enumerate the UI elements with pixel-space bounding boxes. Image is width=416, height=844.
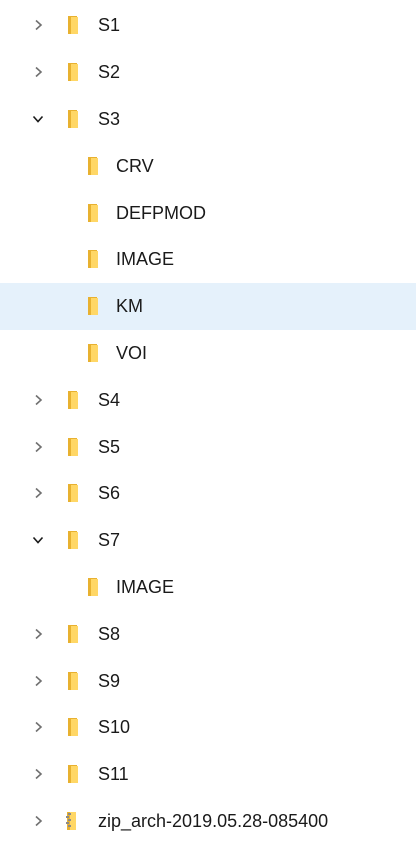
- tree-item-defpmod[interactable]: DEFPMOD: [0, 189, 416, 236]
- folder-icon: [62, 482, 84, 504]
- tree-item-label: VOI: [116, 342, 148, 363]
- tree-item-s11[interactable]: S11: [0, 751, 416, 798]
- tree-item-s8[interactable]: S8: [0, 610, 416, 657]
- tree-item-s6[interactable]: S6: [0, 470, 416, 517]
- tree-item-label: S5: [98, 436, 121, 457]
- tree-item-s2[interactable]: S2: [0, 49, 416, 96]
- chevron-right-icon[interactable]: [30, 719, 46, 735]
- chevron-right-icon[interactable]: [30, 626, 46, 642]
- folder-icon: [62, 763, 84, 785]
- tree-item-s3[interactable]: S3: [0, 96, 416, 143]
- chevron-right-icon[interactable]: [30, 813, 46, 829]
- folder-icon: [62, 436, 84, 458]
- tree-item-label: S9: [98, 670, 121, 691]
- tree-item-label: IMAGE: [116, 249, 175, 270]
- tree-item-voi[interactable]: VOI: [0, 330, 416, 377]
- tree-item-crv[interactable]: CRV: [0, 142, 416, 189]
- chevron-right-icon[interactable]: [30, 673, 46, 689]
- tree-item-s9[interactable]: S9: [0, 657, 416, 704]
- folder-icon: [62, 108, 84, 130]
- chevron-right-icon[interactable]: [30, 439, 46, 455]
- tree-item-label: DEFPMOD: [116, 202, 206, 223]
- tree-item-s7[interactable]: S7: [0, 517, 416, 564]
- tree-item-s5[interactable]: S5: [0, 423, 416, 470]
- tree-item-km[interactable]: KM: [0, 282, 416, 330]
- folder-icon: [82, 576, 104, 598]
- tree-item-label: KM: [116, 296, 143, 317]
- tree-item-label: S7: [98, 530, 121, 551]
- folder-icon: [62, 716, 84, 738]
- tree-item-label: S2: [98, 62, 121, 83]
- chevron-right-icon[interactable]: [30, 64, 46, 80]
- tree-item-label: CRV: [116, 155, 154, 176]
- tree-item-label: S10: [98, 717, 131, 738]
- tree-item-label: S3: [98, 108, 121, 129]
- tree-item-s10[interactable]: S10: [0, 704, 416, 751]
- tree-item-zip-arch-2019-05-28-085400[interactable]: zip_arch-2019.05.28-085400: [0, 798, 416, 844]
- folder-icon: [82, 202, 104, 224]
- folder-icon: [62, 61, 84, 83]
- tree-item-label: S4: [98, 389, 121, 410]
- chevron-right-icon[interactable]: [30, 485, 46, 501]
- tree-item-s4[interactable]: S4: [0, 376, 416, 423]
- tree-item-image[interactable]: IMAGE: [0, 564, 416, 611]
- chevron-right-icon[interactable]: [30, 392, 46, 408]
- folder-icon: [62, 389, 84, 411]
- tree-item-label: S11: [98, 764, 129, 785]
- folder-icon: [82, 342, 104, 364]
- folder-icon: [82, 155, 104, 177]
- folder-icon: [62, 14, 84, 36]
- chevron-right-icon[interactable]: [30, 17, 46, 33]
- folder-tree: S1 S2 S3 CRV DEFPMOD IMAGE KM VOI S4 S5 S6 S7 IMAGE S…: [0, 0, 416, 834]
- zip-folder-icon: [62, 810, 84, 832]
- tree-item-label: zip_arch-2019.05.28-085400: [98, 810, 329, 831]
- tree-item-label: IMAGE: [116, 576, 175, 597]
- tree-item-label: S6: [98, 483, 121, 504]
- folder-icon: [62, 670, 84, 692]
- tree-item-image[interactable]: IMAGE: [0, 236, 416, 283]
- folder-icon: [82, 248, 104, 270]
- tree-item-label: S8: [98, 623, 121, 644]
- folder-icon: [62, 623, 84, 645]
- chevron-down-icon[interactable]: [30, 111, 46, 127]
- tree-item-s1[interactable]: S1: [0, 2, 416, 49]
- chevron-right-icon[interactable]: [30, 766, 46, 782]
- tree-item-label: S1: [98, 15, 121, 36]
- chevron-down-icon[interactable]: [30, 532, 46, 548]
- folder-icon: [82, 295, 104, 317]
- folder-icon: [62, 529, 84, 551]
